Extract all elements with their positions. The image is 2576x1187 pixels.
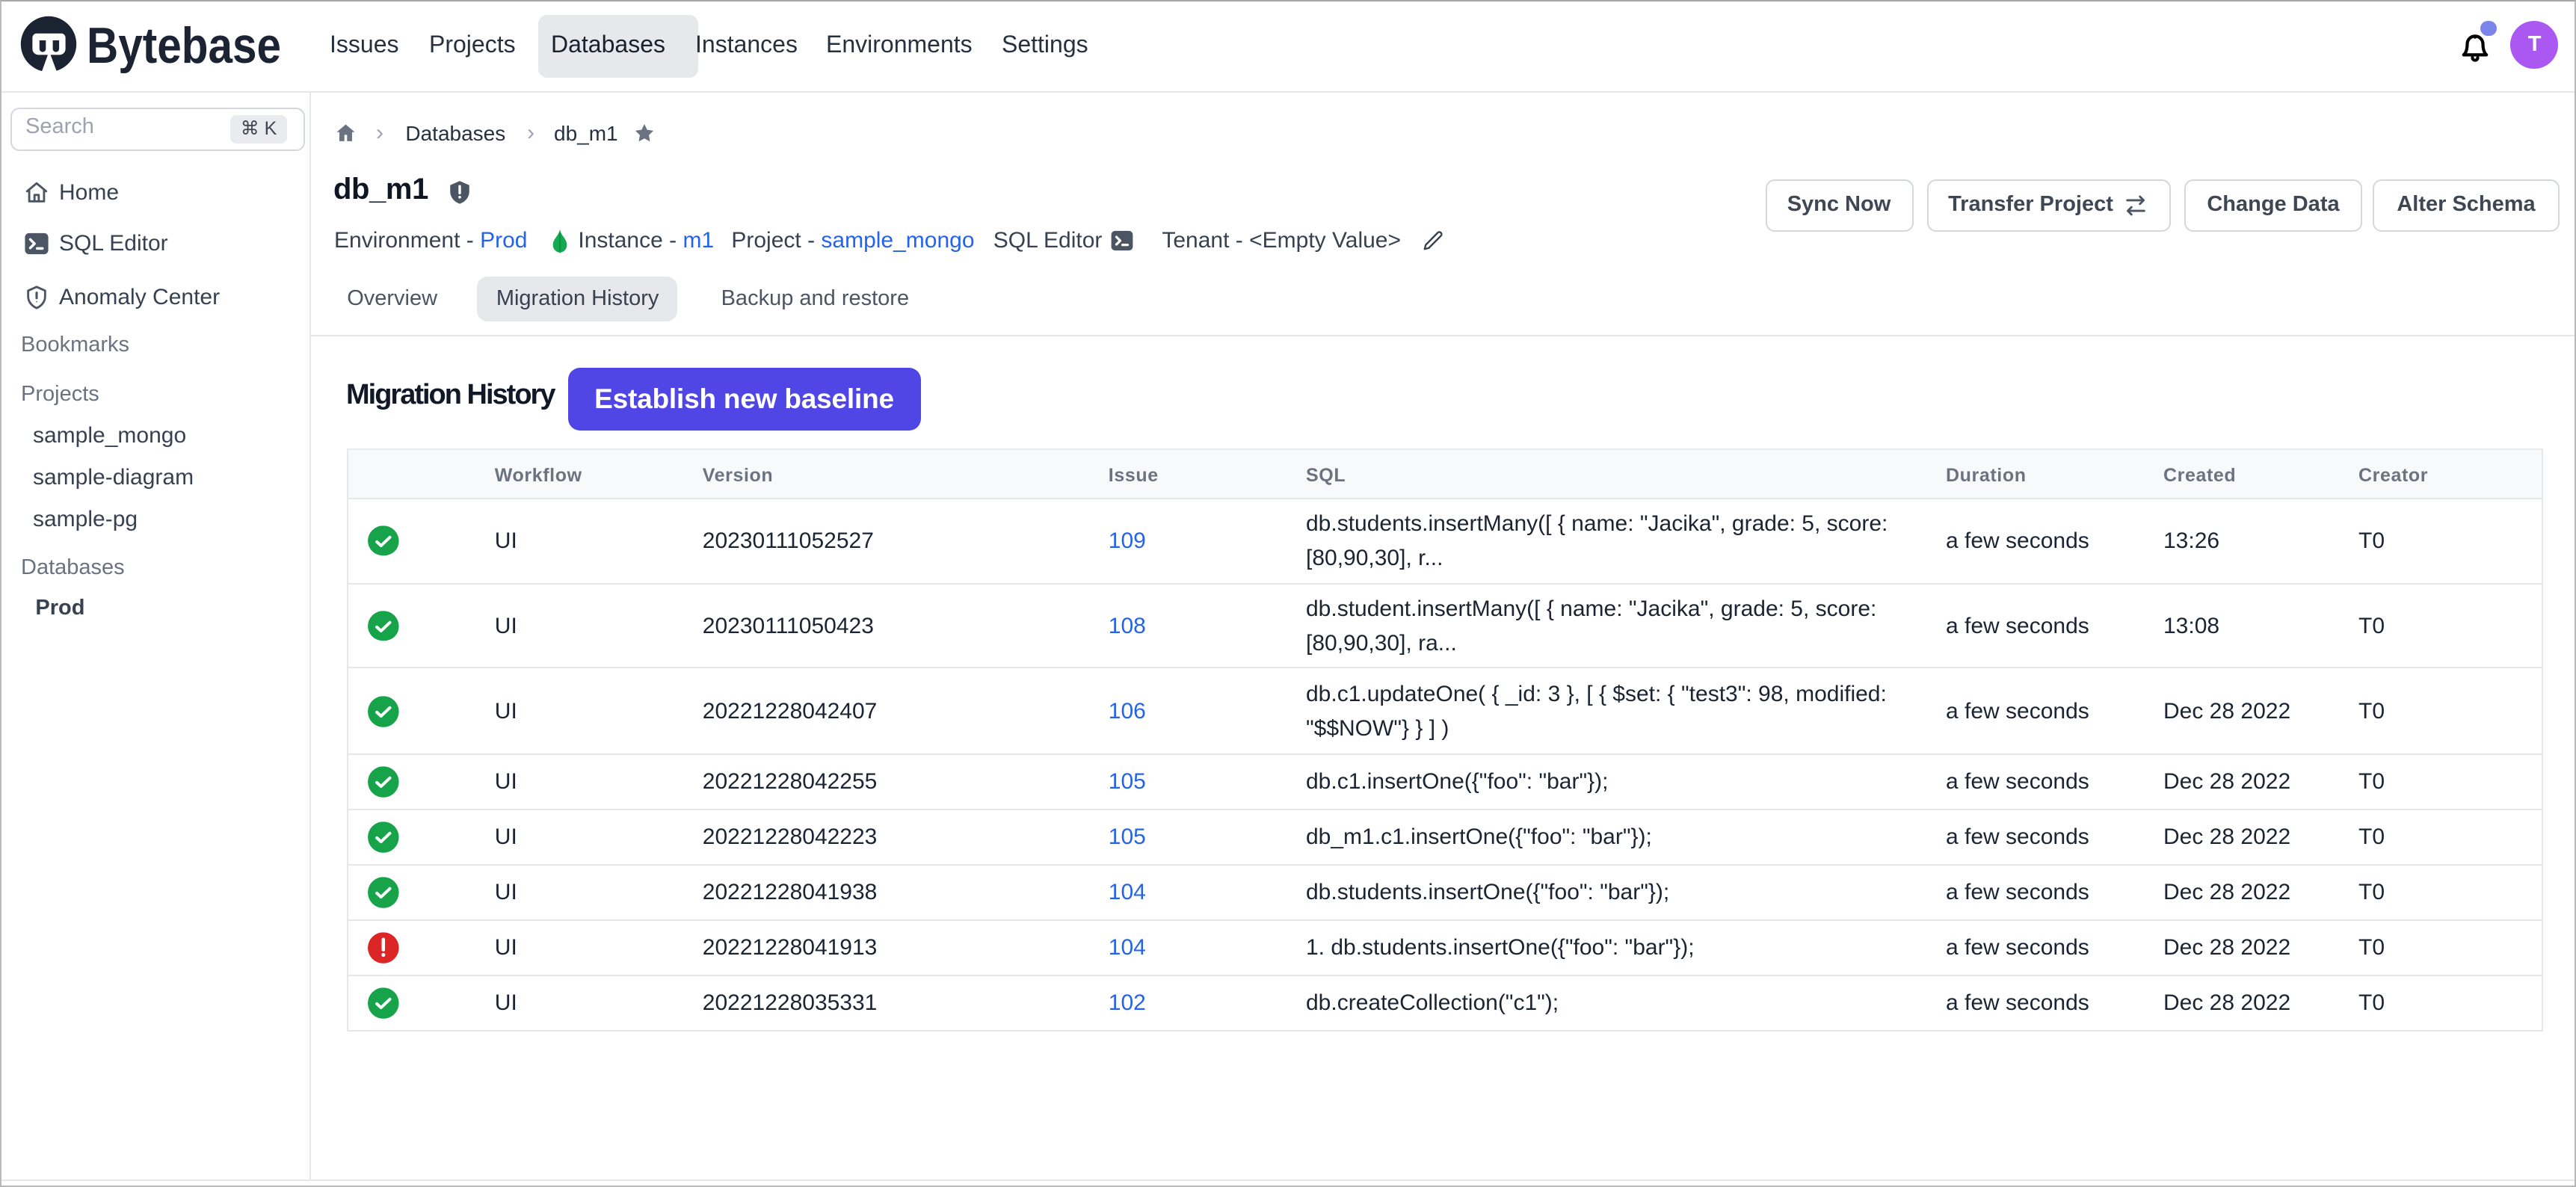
svg-text:Bytebase: Bytebase — [87, 17, 281, 74]
